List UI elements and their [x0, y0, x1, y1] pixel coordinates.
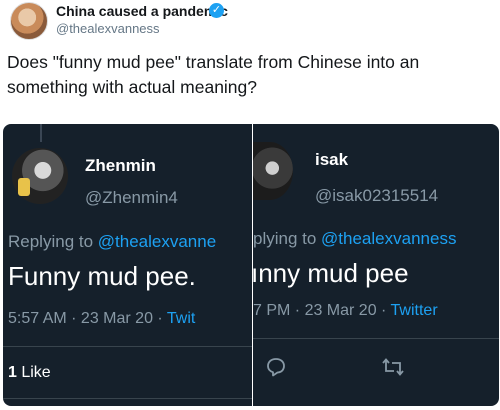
- replying-to-line: Replying to @thealexvanne: [8, 232, 216, 252]
- reply-body: ınny mud pee: [253, 258, 409, 288]
- replying-prefix: plying to: [253, 229, 322, 248]
- separator: [3, 398, 252, 399]
- verified-badge-icon: ✓: [209, 3, 224, 18]
- reply-icon[interactable]: [265, 356, 287, 378]
- likes-number: 1: [8, 364, 17, 381]
- reply-source-link[interactable]: Twit: [167, 310, 195, 327]
- author-handle[interactable]: @thealexvanness: [56, 21, 160, 36]
- reply-source-link[interactable]: Twitter: [391, 302, 438, 319]
- reply-timestamp: 7 PM · 23 Mar 20 ·: [253, 302, 391, 319]
- retweet-icon[interactable]: [381, 356, 405, 378]
- reply-author-handle[interactable]: @Zhenmin4: [85, 188, 178, 208]
- replying-mention-link[interactable]: @thealexvanness: [321, 229, 456, 248]
- zhenmin-avatar[interactable]: [12, 148, 68, 204]
- embedded-reply-left: Zhenmin @Zhenmin4 Replying to @thealexva…: [3, 124, 252, 406]
- reply-meta: 7 PM · 23 Mar 20 · Twitter: [253, 302, 438, 320]
- author-name[interactable]: China caused a pandemic: [56, 3, 228, 19]
- replying-to-line: plying to @thealexvanness: [253, 229, 456, 249]
- author-avatar[interactable]: [10, 2, 48, 40]
- likes-count[interactable]: 1 Like: [8, 364, 51, 382]
- isak-avatar[interactable]: [253, 142, 293, 200]
- separator: [3, 346, 252, 347]
- tweet-text: Does "funny mud pee" translate from Chin…: [7, 52, 420, 97]
- replying-prefix: Replying to: [8, 232, 98, 251]
- reply-meta: 5:57 AM · 23 Mar 20 · Twit: [8, 310, 195, 328]
- reply-author-name[interactable]: isak: [315, 150, 348, 170]
- reply-author-handle[interactable]: @isak02315514: [315, 186, 438, 206]
- thread-line: [40, 124, 42, 142]
- reply-author-name[interactable]: Zhenmin: [85, 156, 156, 176]
- reply-timestamp: 5:57 AM · 23 Mar 20 ·: [8, 310, 167, 327]
- reply-body: Funny mud pee.: [8, 261, 196, 291]
- embedded-reply-right: isak @isak02315514 plying to @thealexvan…: [253, 124, 499, 406]
- likes-label: Like: [16, 364, 51, 381]
- avatar-detail: [18, 178, 30, 196]
- replying-mention-link[interactable]: @thealexvanne: [98, 232, 216, 251]
- separator: [253, 338, 499, 339]
